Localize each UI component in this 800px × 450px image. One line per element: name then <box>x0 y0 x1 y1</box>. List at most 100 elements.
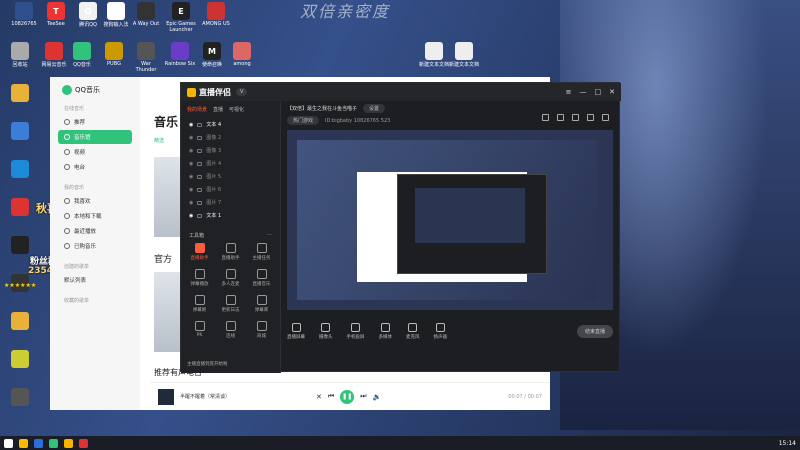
eye-icon[interactable]: ◉ <box>189 122 193 128</box>
desktop-icon[interactable]: War Thunder <box>130 42 162 73</box>
go-live-button[interactable]: 结束直播 <box>576 325 613 338</box>
eye-icon[interactable]: ◉ <box>189 161 193 167</box>
room-category[interactable]: 热门游戏 <box>287 116 320 125</box>
sidebar-item[interactable]: 视频 <box>58 145 132 159</box>
eye-icon[interactable]: ◉ <box>189 148 193 154</box>
close-icon[interactable]: ✕ <box>609 88 615 96</box>
sidebar-item[interactable]: 已购音乐 <box>58 239 132 253</box>
app-taskbar-icon[interactable] <box>79 438 88 448</box>
scene-item[interactable]: ◉ 图像 3 <box>181 144 280 157</box>
scene-tab[interactable]: 可视化 <box>229 106 244 113</box>
maximize-icon[interactable]: □ <box>595 88 602 96</box>
source-button[interactable]: 扬声器 <box>434 323 447 340</box>
tool-button[interactable]: 多人连麦 <box>216 269 245 287</box>
source-button[interactable]: 摄像头 <box>319 323 333 340</box>
scene-item[interactable]: ◉ 文本 1 <box>181 209 280 222</box>
desktop-icon[interactable] <box>4 122 36 141</box>
lock-icon[interactable] <box>557 114 564 121</box>
desktop-icon[interactable]: E Epic Games Launcher <box>165 2 197 33</box>
windows-start-icon[interactable] <box>4 438 13 448</box>
eye-icon[interactable]: ◉ <box>189 135 193 141</box>
desktop-icon[interactable]: S 搜狗输入法 <box>100 2 132 28</box>
sidebar-item[interactable]: 电台 <box>58 160 132 174</box>
scene-tab[interactable]: 我的场景 <box>187 106 207 113</box>
desktop-icon[interactable]: Rainbow Six <box>164 42 196 67</box>
sidebar-item[interactable]: 音乐馆 <box>58 130 132 144</box>
tool-button[interactable]: PK <box>185 321 214 339</box>
scene-item[interactable]: ◉ 图片 6 <box>181 183 280 196</box>
pause-button[interactable]: ❚❚ <box>340 389 355 404</box>
tool-button[interactable]: 弹幕库 <box>247 295 276 313</box>
scene-item[interactable]: ◉ 图像 2 <box>181 131 280 144</box>
eye-icon[interactable]: ◉ <box>189 213 193 219</box>
tool-button[interactable]: 直播助手 <box>216 243 245 261</box>
tools-more-icon[interactable]: ⋯ <box>267 232 272 239</box>
menu-icon[interactable]: ≡ <box>566 88 572 96</box>
desktop-icon[interactable]: A Way Out <box>130 2 162 27</box>
scene-item[interactable]: ◉ 图片 7 <box>181 196 280 209</box>
sidebar-item[interactable]: 推荐 <box>58 115 132 129</box>
bell-icon[interactable] <box>587 114 594 121</box>
minimize-icon[interactable]: — <box>580 88 587 96</box>
tool-button[interactable]: 连线 <box>216 321 245 339</box>
desktop-icon[interactable] <box>4 312 36 331</box>
sidebar-item[interactable]: 最近播放 <box>58 224 132 238</box>
desktop-icon[interactable]: 回收站 <box>4 42 36 68</box>
tool-button[interactable]: 主播任务 <box>247 243 276 261</box>
room-settings-button[interactable]: 设置 <box>363 104 386 113</box>
desktop-icon-label: Rainbow Six <box>164 61 196 67</box>
eye-icon[interactable]: ◉ <box>189 200 193 206</box>
desktop-icon[interactable] <box>4 160 36 179</box>
settings-icon[interactable] <box>602 114 609 121</box>
browser-icon[interactable] <box>34 438 43 448</box>
now-playing-art[interactable] <box>158 388 174 405</box>
share-icon[interactable] <box>572 114 579 121</box>
scene-item[interactable]: ◉ 图片 5 <box>181 170 280 183</box>
desktop-icon[interactable]: T TeeSee <box>40 2 72 27</box>
tool-button[interactable]: 弹幕播放 <box>185 269 214 287</box>
streamer-taskbar-icon[interactable] <box>64 438 73 448</box>
desktop-icon[interactable]: among <box>226 42 258 67</box>
scene-tab[interactable]: 直播 <box>213 106 223 113</box>
desktop-icon[interactable]: 10826765 <box>8 2 40 27</box>
eye-icon[interactable]: ◉ <box>189 187 193 193</box>
sidebar-item-default-list[interactable]: 默认列表 <box>58 273 132 287</box>
stream-preview[interactable] <box>287 130 613 310</box>
source-button[interactable]: 多媒体 <box>379 323 392 340</box>
desktop-icon[interactable] <box>4 236 36 255</box>
tab-featured[interactable]: 精选 <box>154 137 164 144</box>
source-button[interactable]: 麦克风 <box>406 323 420 340</box>
qqmusic-taskbar-icon[interactable] <box>49 438 58 448</box>
desktop-icon[interactable]: QQ音乐 <box>66 42 98 68</box>
desktop-icon[interactable] <box>4 84 36 103</box>
prev-icon[interactable]: ⏮ <box>328 392 334 401</box>
scene-item[interactable]: ◉ 图片 4 <box>181 157 280 170</box>
desktop-icon[interactable]: 新建文本文档 <box>418 42 450 68</box>
desktop-icon[interactable]: 新建文本文档 <box>448 42 480 68</box>
volume-icon[interactable]: 🔉 <box>373 393 382 401</box>
tool-button[interactable]: 直播音乐 <box>247 269 276 287</box>
shuffle-icon[interactable]: ✕ <box>316 393 322 401</box>
desktop-icon[interactable]: AMONG US <box>200 2 232 27</box>
eye-icon[interactable]: ◉ <box>189 174 193 180</box>
desktop-icon[interactable] <box>4 388 36 407</box>
version-badge[interactable]: V <box>236 88 248 96</box>
tool-button[interactable]: 弹幕姬 <box>185 295 214 313</box>
desktop-icon[interactable]: M 使命召唤 <box>196 42 228 68</box>
desktop-icon[interactable] <box>4 350 36 369</box>
sidebar-item[interactable]: 本地和下载 <box>58 209 132 223</box>
source-button[interactable]: 手机投屏 <box>347 323 365 340</box>
desktop-icon[interactable] <box>4 198 36 217</box>
tool-button[interactable]: 更新日志 <box>216 295 245 313</box>
desktop-icon[interactable]: PUBG <box>98 42 130 67</box>
panel-footer: 主播直播到底开始啦 <box>187 362 228 367</box>
gift-icon[interactable] <box>542 114 549 121</box>
sidebar-item[interactable]: 我喜欢 <box>58 194 132 208</box>
tool-button[interactable]: 商城 <box>247 321 276 339</box>
source-button[interactable]: 直播屏幕 <box>287 323 305 340</box>
scene-item[interactable]: ◉ 文本 4 <box>181 118 280 131</box>
room-title[interactable]: 【双倍】最生之我在斗鱼当喵子 <box>287 105 357 112</box>
explorer-icon[interactable] <box>19 438 28 448</box>
next-icon[interactable]: ⏭ <box>360 392 366 401</box>
tool-button[interactable]: 直播助手 <box>185 243 214 261</box>
